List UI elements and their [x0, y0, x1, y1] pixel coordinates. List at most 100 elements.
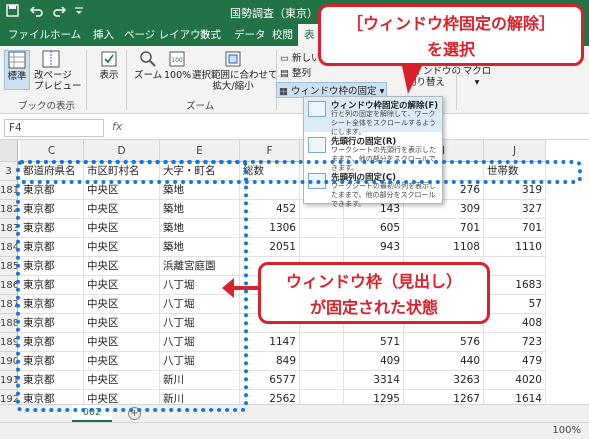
tab-data[interactable]: データ [234, 24, 266, 46]
table-cell[interactable]: 6577 [240, 371, 300, 390]
tab-insert[interactable]: 挿入 [93, 24, 114, 46]
table-cell[interactable]: 701 [484, 219, 546, 238]
table-cell[interactable]: 中央区 [84, 238, 160, 257]
name-box[interactable]: F4 [4, 119, 104, 137]
arrange-button[interactable]: ▤ 整列 [280, 65, 311, 79]
zoom-100-button[interactable]: 100 100% [164, 50, 191, 90]
table-cell[interactable]: 中央区 [84, 181, 160, 200]
tab-home[interactable]: ホーム [50, 24, 81, 46]
table-cell[interactable]: 東京都 [20, 181, 84, 200]
table-cell[interactable]: 中央区 [84, 352, 160, 371]
table-cell[interactable]: 57 [484, 295, 546, 314]
table-cell[interactable]: 571 [344, 333, 404, 352]
header-cell[interactable]: 総数 [240, 162, 300, 181]
column-header-e[interactable]: E [160, 140, 240, 162]
zoom-to-selection-button[interactable]: 選択範囲に合わせて 拡大/縮小 [192, 50, 278, 92]
normal-view-button[interactable]: 標準 [4, 50, 30, 90]
table-cell[interactable]: 東京都 [20, 352, 84, 371]
table-cell[interactable]: 東京都 [20, 238, 84, 257]
row-header[interactable]: 183 [0, 219, 18, 238]
freeze-first-column-item[interactable]: 先頭列の固定(C) ワークシートの最初の列を表示したままで、他の部分をスクロール… [304, 169, 442, 208]
table-cell[interactable]: 中央区 [84, 371, 160, 390]
customize-icon[interactable] [74, 4, 84, 21]
table-cell[interactable]: 723 [484, 333, 546, 352]
table-cell[interactable]: 3314 [344, 371, 404, 390]
table-cell[interactable] [484, 257, 546, 276]
table-cell[interactable]: 1306 [240, 219, 300, 238]
header-cell[interactable]: 都道府県名 [20, 162, 84, 181]
table-cell[interactable]: 東京都 [20, 200, 84, 219]
table-cell[interactable]: 築地 [160, 181, 240, 200]
table-cell[interactable]: 1683 [484, 276, 546, 295]
table-cell[interactable]: 943 [344, 238, 404, 257]
table-cell[interactable]: 八丁堀 [160, 352, 240, 371]
table-cell[interactable]: 4020 [484, 371, 546, 390]
undo-icon[interactable] [29, 4, 44, 21]
macros-button[interactable]: マクロ ▾ [462, 66, 492, 96]
row-header[interactable]: 186 [0, 276, 18, 295]
table-cell[interactable]: 八丁堀 [160, 333, 240, 352]
table-cell[interactable]: 849 [240, 352, 300, 371]
table-cell[interactable]: 479 [484, 352, 546, 371]
table-cell[interactable]: 築地 [160, 200, 240, 219]
table-cell[interactable]: 605 [344, 219, 404, 238]
table-cell[interactable]: 1147 [240, 333, 300, 352]
table-cell[interactable] [300, 333, 344, 352]
table-cell[interactable]: 中央区 [84, 276, 160, 295]
table-cell[interactable]: 576 [404, 333, 484, 352]
table-cell[interactable]: 築地 [160, 238, 240, 257]
table-cell[interactable]: 新川 [160, 371, 240, 390]
table-cell[interactable]: 東京都 [20, 333, 84, 352]
row-header[interactable]: 191 [0, 371, 18, 390]
tab-file[interactable]: ファイル [8, 24, 50, 46]
table-cell[interactable]: 3263 [404, 371, 484, 390]
header-cell[interactable]: 世帯数 [484, 162, 546, 181]
freeze-top-row-item[interactable]: 先頭行の固定(R) ワークシートの先頭行を表示したままで、他の部分をスクロールで… [304, 133, 442, 172]
select-all-corner[interactable] [0, 140, 18, 162]
table-cell[interactable] [300, 238, 344, 257]
row-header[interactable]: 189 [0, 333, 18, 352]
row-header[interactable]: 188 [0, 314, 18, 333]
table-cell[interactable]: 408 [484, 314, 546, 333]
table-cell[interactable]: 東京都 [20, 314, 84, 333]
sheet-tab-002[interactable]: 002 [72, 405, 112, 422]
table-cell[interactable] [300, 219, 344, 238]
zoom-button[interactable]: ズーム [134, 50, 162, 90]
table-cell[interactable]: 浜離宮庭園 [160, 257, 240, 276]
column-header-c[interactable]: C [20, 140, 84, 162]
row-header[interactable]: 187 [0, 295, 18, 314]
row-header[interactable]: 181 [0, 181, 18, 200]
table-cell[interactable] [300, 352, 344, 371]
table-cell[interactable]: 中央区 [84, 314, 160, 333]
table-cell[interactable]: 中央区 [84, 200, 160, 219]
zoom-level[interactable]: 100% [552, 425, 581, 436]
row-header[interactable]: 184 [0, 238, 18, 257]
table-cell[interactable]: 東京都 [20, 257, 84, 276]
table-cell[interactable]: 452 [240, 200, 300, 219]
tab-review[interactable]: 校閲 [272, 24, 293, 46]
unfreeze-panes-item[interactable]: ウィンドウ枠固定の解除(F) 行と列の固定を解除して、ワークシート全体をスクロー… [304, 97, 442, 136]
table-cell[interactable] [300, 371, 344, 390]
tab-page-layout[interactable]: ページ レイアウト [124, 24, 211, 46]
row-header[interactable]: 190 [0, 352, 18, 371]
table-cell[interactable]: 中央区 [84, 333, 160, 352]
table-cell[interactable]: 東京都 [20, 371, 84, 390]
row-header[interactable]: 3 [0, 162, 18, 181]
table-cell[interactable]: 八丁堀 [160, 314, 240, 333]
table-cell[interactable]: 築地 [160, 219, 240, 238]
table-cell[interactable]: 2051 [240, 238, 300, 257]
table-cell[interactable]: 327 [484, 200, 546, 219]
redo-icon[interactable] [52, 4, 67, 21]
save-icon[interactable] [6, 4, 19, 21]
table-cell[interactable]: 1108 [404, 238, 484, 257]
show-button[interactable]: 表示 [96, 50, 122, 90]
table-cell[interactable]: 中央区 [84, 295, 160, 314]
row-header[interactable]: 185 [0, 257, 18, 276]
page-break-preview-button[interactable]: 改ページ プレビュー [34, 50, 82, 92]
table-cell[interactable]: 東京都 [20, 295, 84, 314]
table-cell[interactable] [240, 181, 300, 200]
column-header-j[interactable]: J [484, 140, 546, 162]
column-header-d[interactable]: D [84, 140, 160, 162]
add-sheet-icon[interactable]: + [128, 407, 141, 420]
table-cell[interactable]: 1110 [484, 238, 546, 257]
